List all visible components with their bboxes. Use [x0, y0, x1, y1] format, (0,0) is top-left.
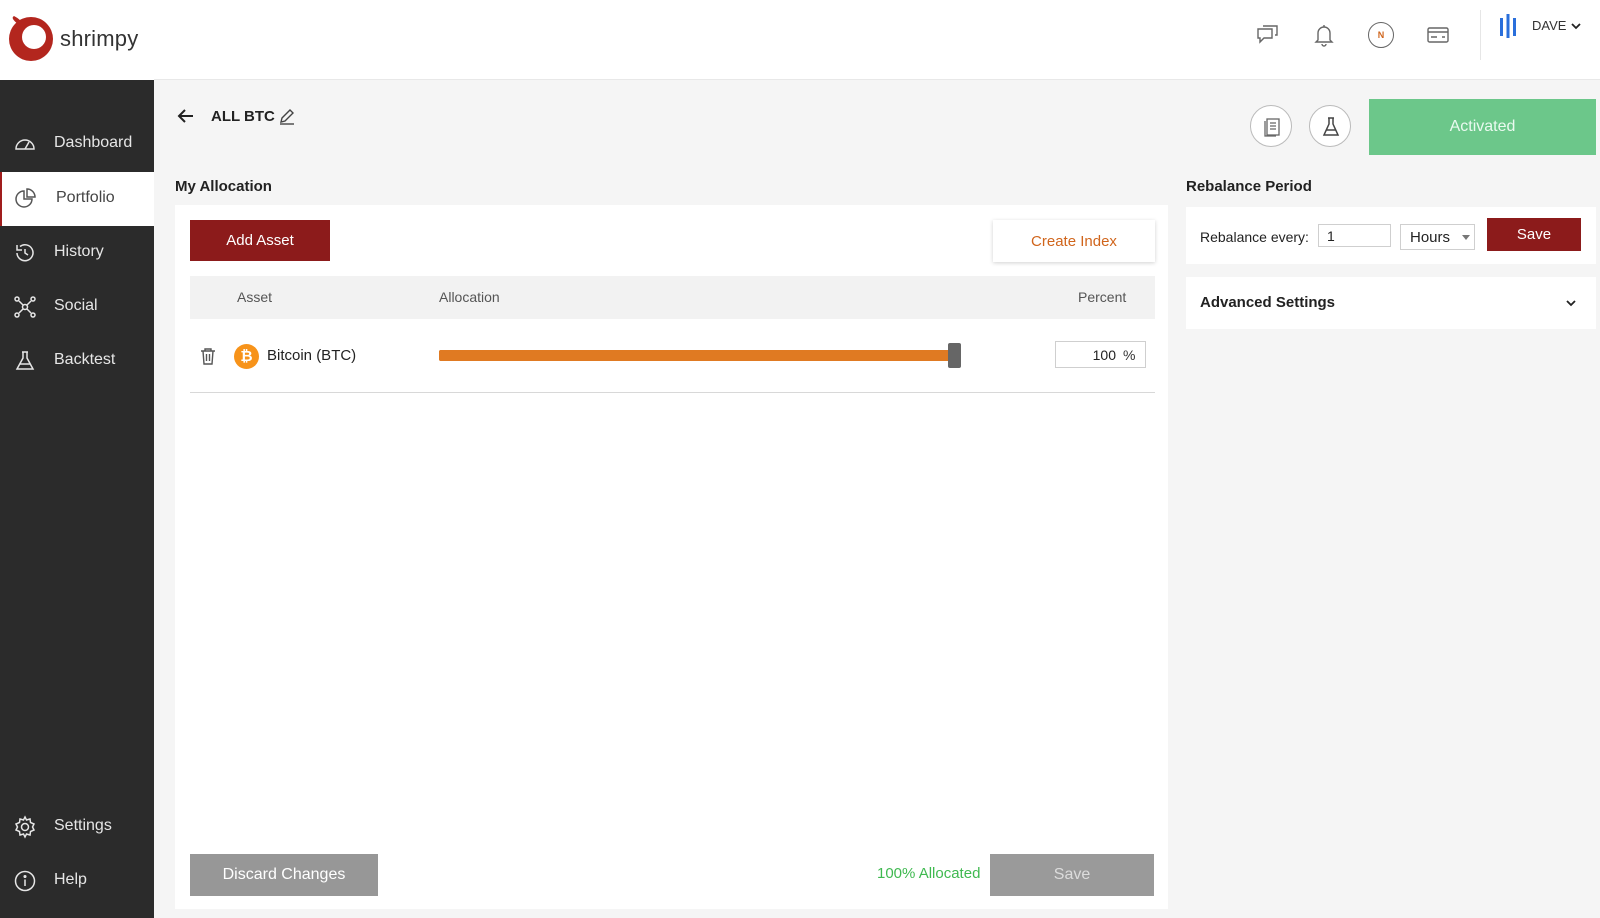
- sidebar-item-label: Portfolio: [56, 189, 115, 206]
- percent-sign: %: [1123, 347, 1136, 363]
- shrimpy-logo-icon: [9, 16, 53, 61]
- rebalance-label: Rebalance every:: [1200, 229, 1309, 245]
- sidebar: shrimpy Dashboard Portfolio History Soci…: [0, 0, 154, 918]
- flask-icon: [1322, 117, 1340, 136]
- sidebar-item-help[interactable]: Help: [0, 854, 154, 908]
- column-header-percent: Percent: [1078, 289, 1127, 305]
- column-header-asset: Asset: [237, 289, 273, 305]
- save-allocation-button[interactable]: Save: [990, 854, 1154, 896]
- rebalance-unit-select[interactable]: Hours: [1400, 224, 1475, 250]
- social-network-icon: [14, 296, 36, 318]
- row-divider: [190, 392, 1155, 393]
- bitcoin-icon: ₿: [234, 344, 259, 369]
- user-name[interactable]: DAVE: [1532, 18, 1566, 33]
- column-header-allocation: Allocation: [439, 289, 500, 305]
- card-icon[interactable]: [1425, 22, 1451, 48]
- dashboard-gauge-icon: [15, 139, 35, 150]
- sidebar-item-social[interactable]: Social: [0, 280, 154, 334]
- pie-chart-icon: [15, 188, 36, 208]
- info-icon: [14, 870, 36, 892]
- flask-icon: [15, 351, 35, 370]
- logo[interactable]: shrimpy: [0, 0, 154, 80]
- allocation-slider-fill: [439, 350, 954, 361]
- chevron-down-icon: [1566, 300, 1576, 307]
- bell-icon[interactable]: [1311, 22, 1337, 48]
- allocation-slider-handle[interactable]: [948, 343, 961, 368]
- news-letter: N: [1377, 30, 1385, 40]
- portfolio-title: ALL BTC: [211, 108, 275, 125]
- back-arrow-icon[interactable]: [176, 106, 196, 126]
- allocation-section-title: My Allocation: [175, 178, 272, 195]
- user-separator: [1480, 10, 1481, 60]
- sidebar-item-label: Backtest: [54, 351, 116, 368]
- allocation-slider[interactable]: [439, 350, 954, 361]
- sidebar-item-label: Help: [54, 871, 87, 888]
- edit-pencil-icon[interactable]: [278, 107, 296, 125]
- rebalance-section-title: Rebalance Period: [1186, 178, 1312, 195]
- chat-icon[interactable]: [1255, 22, 1281, 48]
- news-icon[interactable]: N: [1368, 22, 1394, 48]
- percent-input[interactable]: [1056, 342, 1116, 367]
- history-clock-icon: [16, 244, 34, 262]
- sidebar-item-label: Social: [54, 297, 98, 314]
- backtest-button[interactable]: [1309, 105, 1351, 147]
- caret-down-icon: [1462, 235, 1470, 240]
- sidebar-item-label: History: [54, 243, 104, 260]
- create-index-button[interactable]: Create Index: [993, 220, 1155, 262]
- trash-icon[interactable]: [199, 346, 217, 366]
- sidebar-item-dashboard[interactable]: Dashboard: [0, 117, 154, 171]
- allocated-status: 100% Allocated: [877, 865, 981, 882]
- sidebar-item-label: Dashboard: [54, 134, 133, 151]
- chevron-down-icon[interactable]: [1570, 20, 1582, 32]
- add-asset-button[interactable]: Add Asset: [190, 220, 330, 261]
- rebalance-interval-input[interactable]: [1318, 224, 1391, 247]
- percent-field: %: [1055, 341, 1146, 368]
- rebalance-save-button[interactable]: Save: [1487, 218, 1581, 251]
- logo-text: shrimpy: [60, 26, 139, 51]
- user-avatar-icon[interactable]: [1499, 14, 1517, 38]
- activated-button[interactable]: Activated: [1369, 99, 1596, 155]
- rebalance-unit-value: Hours: [1410, 229, 1451, 246]
- asset-name: Bitcoin (BTC): [267, 347, 357, 364]
- sidebar-item-history[interactable]: History: [0, 226, 154, 280]
- sidebar-item-settings[interactable]: Settings: [0, 800, 154, 854]
- document-icon: [1264, 118, 1280, 137]
- advanced-settings-toggle[interactable]: Advanced Settings: [1186, 277, 1596, 329]
- sidebar-item-backtest[interactable]: Backtest: [0, 334, 154, 388]
- advanced-settings-label: Advanced Settings: [1200, 294, 1336, 311]
- gear-icon: [14, 815, 36, 839]
- documents-button[interactable]: [1250, 105, 1292, 147]
- sidebar-item-label: Settings: [54, 817, 112, 834]
- sidebar-item-portfolio[interactable]: Portfolio: [0, 172, 154, 226]
- discard-changes-button[interactable]: Discard Changes: [190, 854, 378, 896]
- table-header: Asset Allocation Percent: [190, 276, 1155, 319]
